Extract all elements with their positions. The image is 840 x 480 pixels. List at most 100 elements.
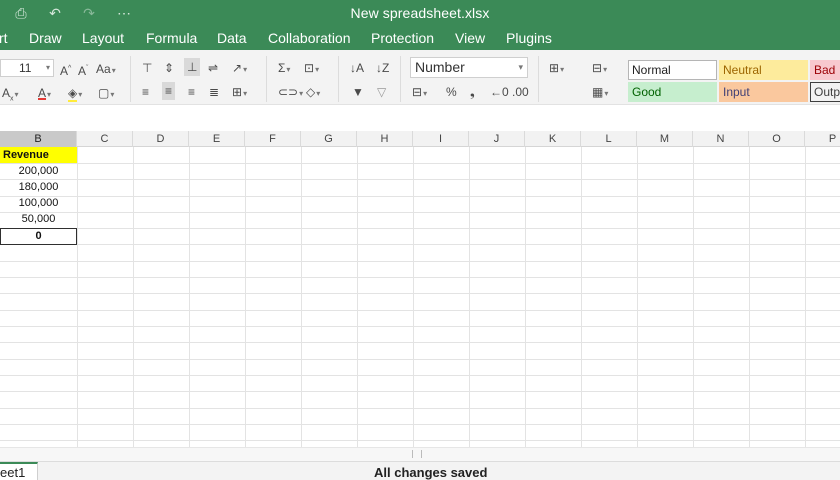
column-header-f[interactable]: F bbox=[245, 131, 301, 147]
sheet-tab[interactable]: eet1 bbox=[0, 462, 38, 480]
align-top-icon[interactable]: ⊤ bbox=[142, 60, 152, 76]
grid-row-line bbox=[0, 261, 840, 262]
menu-protection[interactable]: Protection bbox=[371, 30, 434, 46]
chevron-down-icon: ▾ bbox=[518, 62, 523, 72]
column-header-n[interactable]: N bbox=[693, 131, 749, 147]
sum-icon[interactable]: Σ▾ bbox=[278, 60, 290, 78]
chevron-down-icon: ▾ bbox=[45, 63, 50, 72]
column-header-g[interactable]: G bbox=[301, 131, 357, 147]
menu-view[interactable]: View bbox=[455, 30, 485, 46]
font-color-icon[interactable]: A▾ bbox=[38, 85, 51, 103]
font-size-value: 11 bbox=[19, 61, 32, 75]
align-right-icon[interactable]: ≡ bbox=[188, 84, 195, 100]
column-header-e[interactable]: E bbox=[189, 131, 245, 147]
script-icon[interactable]: Ax▾ bbox=[2, 85, 19, 107]
wrap-text-icon[interactable]: ⇌ bbox=[208, 60, 218, 76]
comma-style-icon[interactable]: ❟ bbox=[470, 84, 475, 100]
style-input[interactable]: Input bbox=[719, 82, 808, 102]
column-header-j[interactable]: J bbox=[469, 131, 525, 147]
change-case-icon[interactable]: Aa▾ bbox=[96, 61, 116, 79]
style-neutral[interactable]: Neutral bbox=[719, 60, 808, 80]
format-table-icon[interactable]: ⊟▾ bbox=[592, 60, 607, 78]
column-header-c[interactable]: C bbox=[77, 131, 133, 147]
number-format-select[interactable]: Number ▾ bbox=[410, 57, 528, 78]
decrease-font-icon[interactable]: Aˇ bbox=[78, 61, 88, 79]
style-output[interactable]: Outp bbox=[810, 82, 840, 102]
grid-row-line bbox=[0, 326, 840, 327]
align-bottom-icon[interactable]: ⊥ bbox=[184, 58, 201, 76]
grid-column-line bbox=[693, 147, 694, 447]
grid-row-line bbox=[0, 212, 840, 213]
font-size-select[interactable]: 11 ▾ bbox=[0, 59, 54, 77]
grid-column-line bbox=[133, 147, 134, 447]
column-header-m[interactable]: M bbox=[637, 131, 693, 147]
grid-row-line bbox=[0, 440, 840, 441]
align-middle-icon[interactable]: ⇕ bbox=[164, 60, 174, 76]
cell-styles-icon[interactable]: ▦▾ bbox=[592, 84, 608, 102]
column-header-p[interactable]: P bbox=[805, 131, 840, 147]
cell-grid[interactable]: Revenue 200,000 180,000 100,000 50,000 0 bbox=[0, 147, 840, 447]
menu-formula[interactable]: Formula bbox=[146, 30, 197, 46]
column-header-o[interactable]: O bbox=[749, 131, 805, 147]
toolbar-divider bbox=[130, 56, 131, 102]
grid-column-line bbox=[581, 147, 582, 447]
fill-icon[interactable]: ⊡▾ bbox=[304, 60, 319, 78]
increase-font-icon[interactable]: A^ bbox=[60, 61, 71, 79]
menu-layout[interactable]: Layout bbox=[82, 30, 124, 46]
scroll-grip-icon[interactable] bbox=[412, 450, 422, 458]
style-normal[interactable]: Normal bbox=[628, 60, 717, 80]
clear-filter-icon[interactable]: ▽ bbox=[377, 84, 386, 100]
menu-data[interactable]: Data bbox=[217, 30, 247, 46]
menu-bar: rt Draw Layout Formula Data Collaboratio… bbox=[0, 27, 840, 50]
grid-row-line bbox=[0, 375, 840, 376]
toolbar-divider bbox=[400, 56, 401, 102]
clear-icon[interactable]: ◇▾ bbox=[306, 84, 320, 102]
merge-cells-icon[interactable]: ⊞▾ bbox=[232, 84, 247, 102]
accounting-format-icon[interactable]: ⊟▾ bbox=[412, 84, 427, 102]
grid-column-line bbox=[357, 147, 358, 447]
grid-column-line bbox=[469, 147, 470, 447]
spreadsheet-app: ⎙ ↶ ↷ ⋯ New spreadsheet.xlsx rt Draw Lay… bbox=[0, 0, 840, 480]
cell-revenue-header[interactable]: Revenue bbox=[0, 147, 77, 163]
grid-column-line bbox=[245, 147, 246, 447]
style-good[interactable]: Good bbox=[628, 82, 717, 102]
justify-icon[interactable]: ≣ bbox=[209, 84, 219, 100]
column-header-d[interactable]: D bbox=[133, 131, 189, 147]
decrease-decimal-icon[interactable]: ←0 bbox=[490, 84, 509, 100]
cell-value[interactable]: 100,000 bbox=[0, 195, 77, 211]
borders-icon[interactable]: ▢▾ bbox=[98, 85, 114, 103]
menu-collaboration[interactable]: Collaboration bbox=[268, 30, 351, 46]
align-center-icon[interactable]: ≡ bbox=[162, 82, 176, 100]
grid-row-line bbox=[0, 196, 840, 197]
toolbar-divider bbox=[266, 56, 267, 102]
cell-value[interactable]: 50,000 bbox=[0, 211, 77, 227]
cell-value[interactable]: 200,000 bbox=[0, 163, 77, 179]
horizontal-scrollbar[interactable] bbox=[0, 447, 840, 461]
menu-draw[interactable]: Draw bbox=[29, 30, 62, 46]
column-header-h[interactable]: H bbox=[357, 131, 413, 147]
menu-insert[interactable]: rt bbox=[0, 30, 8, 46]
sort-ascending-icon[interactable]: ↓A bbox=[350, 60, 364, 76]
grid-row-line bbox=[0, 359, 840, 360]
grid-row-line bbox=[0, 277, 840, 278]
grid-row-line bbox=[0, 408, 840, 409]
orientation-icon[interactable]: ↗▾ bbox=[232, 60, 247, 78]
column-header-i[interactable]: I bbox=[413, 131, 469, 147]
sort-descending-icon[interactable]: ↓Z bbox=[376, 60, 389, 76]
column-header-l[interactable]: L bbox=[581, 131, 637, 147]
conditional-format-icon[interactable]: ⊞▾ bbox=[549, 60, 564, 78]
column-header-k[interactable]: K bbox=[525, 131, 581, 147]
percent-icon[interactable]: % bbox=[446, 84, 457, 100]
cell-value[interactable]: 180,000 bbox=[0, 179, 77, 195]
filter-icon[interactable]: ▼ bbox=[352, 84, 364, 100]
style-bad[interactable]: Bad bbox=[810, 60, 840, 80]
menu-plugins[interactable]: Plugins bbox=[506, 30, 552, 46]
column-header-b[interactable]: B bbox=[0, 131, 77, 147]
align-left-icon[interactable]: ≡ bbox=[142, 84, 149, 100]
active-cell[interactable]: 0 bbox=[0, 228, 77, 245]
number-format-value: Number bbox=[415, 59, 465, 75]
insert-cells-icon[interactable]: ⊂⊃▾ bbox=[278, 84, 303, 102]
increase-decimal-icon[interactable]: .00 bbox=[512, 84, 529, 100]
grid-row-line bbox=[0, 424, 840, 425]
fill-color-icon[interactable]: ◈▾ bbox=[68, 85, 82, 103]
